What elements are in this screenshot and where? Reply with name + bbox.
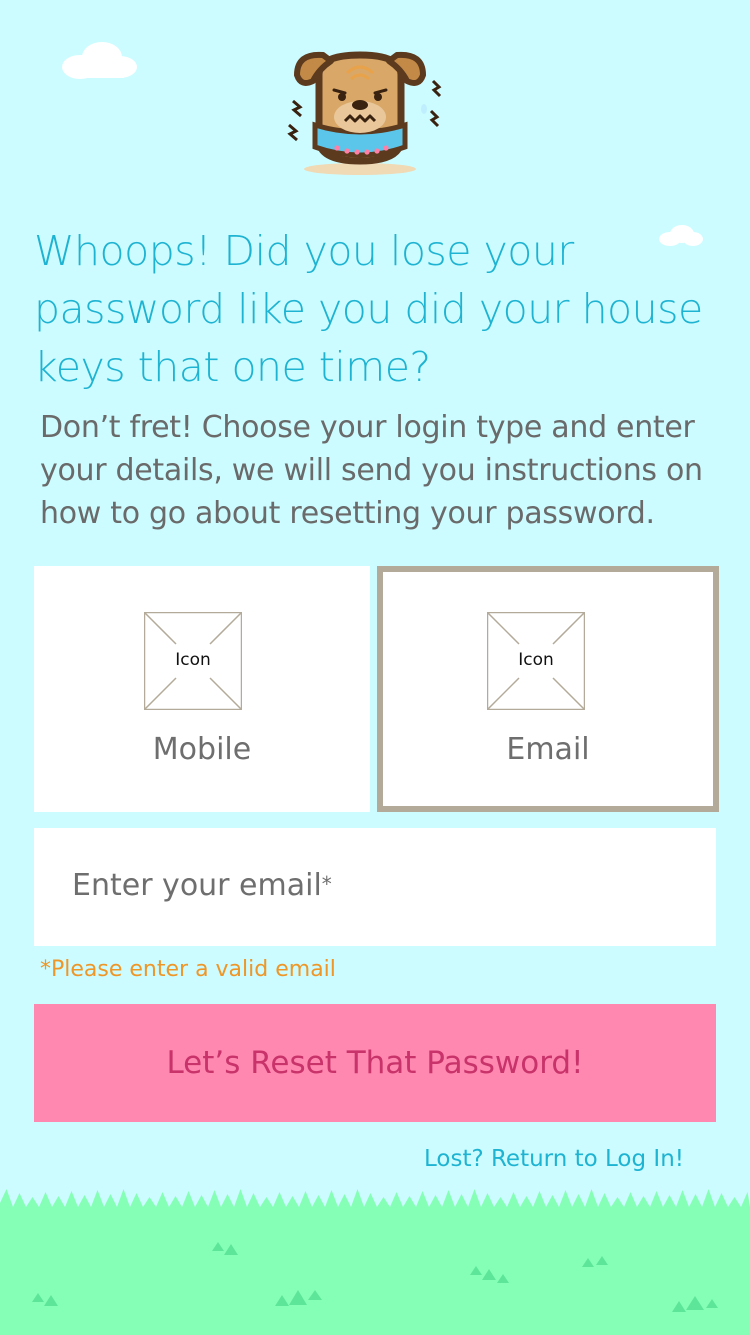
email-field[interactable]: Enter your email* — [34, 828, 716, 946]
email-field-placeholder: Enter your email* — [72, 868, 332, 903]
image-placeholder-icon: Icon — [144, 612, 242, 710]
return-to-login-link[interactable]: Lost? Return to Log In! — [424, 1146, 684, 1172]
email-validation-error: *Please enter a valid email — [40, 957, 336, 982]
login-type-mobile-label: Mobile — [152, 732, 252, 767]
worried-dog-mascot — [287, 51, 442, 175]
login-type-email-option[interactable]: Icon Email — [377, 566, 719, 812]
reset-password-button[interactable]: Let’s Reset That Password! — [34, 1004, 716, 1122]
instructions-text: Don’t fret! Choose your login type and e… — [40, 410, 703, 531]
forgot-password-screen: Whoops! Did you lose your password like … — [0, 0, 750, 1335]
icon-placeholder-label: Icon — [175, 650, 211, 670]
icon-placeholder-label: Icon — [518, 650, 554, 670]
image-placeholder-icon: Icon — [487, 612, 585, 710]
page-title: Whoops! Did you lose your password like … — [34, 227, 703, 391]
cloud-decoration — [62, 42, 137, 79]
email-placeholder-text: Enter your email — [72, 868, 322, 903]
login-type-mobile-option[interactable]: Icon Mobile — [34, 566, 370, 812]
grass-decoration — [0, 1189, 750, 1335]
login-type-email-label: Email — [506, 732, 590, 767]
required-mark: * — [321, 872, 332, 896]
